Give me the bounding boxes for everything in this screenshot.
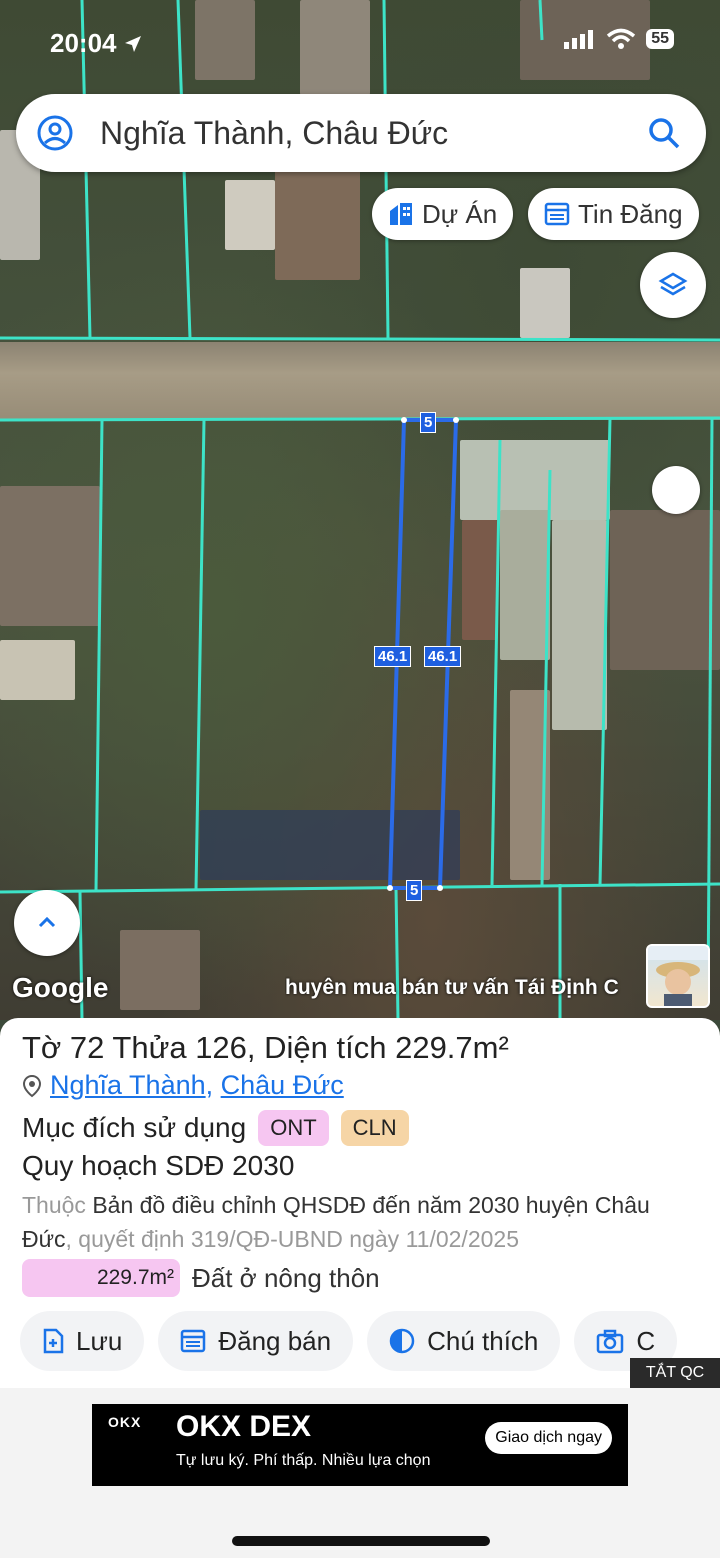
avatar[interactable] [646, 944, 710, 1008]
save-button[interactable]: Lưu [20, 1311, 145, 1371]
projects-chip[interactable]: Dự Án [372, 188, 514, 240]
home-indicator[interactable] [232, 1536, 490, 1546]
battery-level: 55 [646, 29, 674, 49]
post-sale-label: Đăng bán [218, 1325, 332, 1356]
plot-edge-label: 46.1 [424, 646, 462, 667]
plan-heading: Quy hoạch SDĐ 2030 [22, 1150, 295, 1181]
map-view[interactable]: 5 46.1 46.1 5 20:04 55 Nghĩa Thành, Châu… [0, 0, 720, 1020]
ad-banner: OKX OKX DEX Tự lưu ký. Phí thấp. Nhiều l… [0, 1388, 720, 1558]
area-type: Đất ở nông thôn [192, 1262, 380, 1293]
capture-label: C [636, 1325, 656, 1356]
google-logo: Google [12, 972, 109, 1003]
chevron-up-icon [38, 916, 56, 928]
listings-icon [544, 202, 570, 226]
okx-logo: OKX [108, 1414, 142, 1430]
action-bar: Lưu Đăng bán Chú thích C [20, 1311, 678, 1371]
desc-prefix: Thuộc [22, 1192, 93, 1218]
listings-label: Tin Đăng [578, 198, 683, 229]
address-separator: , [205, 1070, 221, 1100]
cln-badge: CLN [340, 1110, 409, 1146]
area-row: 229.7m² Đất ở nông thôn [22, 1259, 380, 1297]
ward-link[interactable]: Nghĩa Thành [50, 1070, 206, 1100]
post-sale-button[interactable]: Đăng bán [158, 1311, 354, 1371]
ad-subtitle: Tự lưu ký. Phí thấp. Nhiều lựa chọn [176, 1452, 431, 1469]
legend-label: Chú thích [427, 1325, 539, 1356]
parcel-info-panel: Tờ 72 Thửa 126, Diện tích 229.7m² Nghĩa … [0, 1018, 720, 1388]
location-arrow-icon [124, 35, 141, 52]
area-value: 229.7m² [22, 1259, 180, 1297]
profile-icon[interactable] [36, 114, 74, 152]
person-avatar-image [648, 946, 708, 1006]
plot-edge-label: 5 [420, 412, 437, 433]
plot-edge-label: 5 [406, 880, 423, 901]
status-time: 20:04 [50, 28, 143, 59]
plan-description: Thuộc Bản đồ điều chỉnh QHSDĐ đến năm 20… [22, 1188, 702, 1256]
land-purpose-row: Mục đích sử dụng ONT CLN [22, 1110, 409, 1146]
purpose-label: Mục đích sử dụng [22, 1112, 247, 1143]
scrolling-banner-text: huyên mua bán tư vấn Tái Định C [285, 976, 619, 999]
okx-ad[interactable]: OKX OKX DEX Tự lưu ký. Phí thấp. Nhiều l… [92, 1404, 628, 1486]
close-ad-button[interactable]: TẮT QC [630, 1358, 720, 1388]
search-icon[interactable] [646, 115, 682, 151]
wifi-icon [607, 28, 636, 49]
location-pin-icon [22, 1074, 42, 1097]
parcel-title: Tờ 72 Thửa 126, Diện tích 229.7m² [22, 1030, 509, 1065]
map-handle-button[interactable] [652, 466, 700, 514]
signal-icon [564, 30, 594, 49]
listings-chip[interactable]: Tin Đăng [528, 188, 699, 240]
projects-label: Dự Án [422, 198, 498, 229]
desc-decision: , quyết định 319/QĐ-UBND ngày 11/02/2025 [65, 1226, 519, 1252]
listing-form-icon [181, 1329, 206, 1353]
clock: 20:04 [50, 28, 117, 58]
legend-button[interactable]: Chú thích [367, 1311, 561, 1371]
ad-cta-button[interactable]: Giao dịch ngay [485, 1422, 612, 1454]
layers-button[interactable] [640, 252, 706, 318]
expand-panel-button[interactable] [14, 890, 80, 956]
half-circle-icon [389, 1328, 415, 1354]
building-icon [390, 203, 412, 225]
layers-icon [658, 272, 688, 296]
plot-edge-label: 46.1 [374, 646, 412, 667]
status-indicators: 55 [564, 28, 674, 50]
search-bar[interactable]: Nghĩa Thành, Châu Đức [16, 94, 706, 172]
district-link[interactable]: Châu Đức [221, 1070, 344, 1100]
ad-title: OKX DEX [176, 1410, 312, 1443]
save-label: Lưu [76, 1325, 123, 1356]
add-document-icon [43, 1328, 64, 1354]
parcel-address: Nghĩa Thành, Châu Đức [22, 1070, 344, 1101]
camera-icon [597, 1329, 624, 1354]
ont-badge: ONT [258, 1110, 329, 1146]
search-input[interactable]: Nghĩa Thành, Châu Đức [100, 115, 646, 152]
